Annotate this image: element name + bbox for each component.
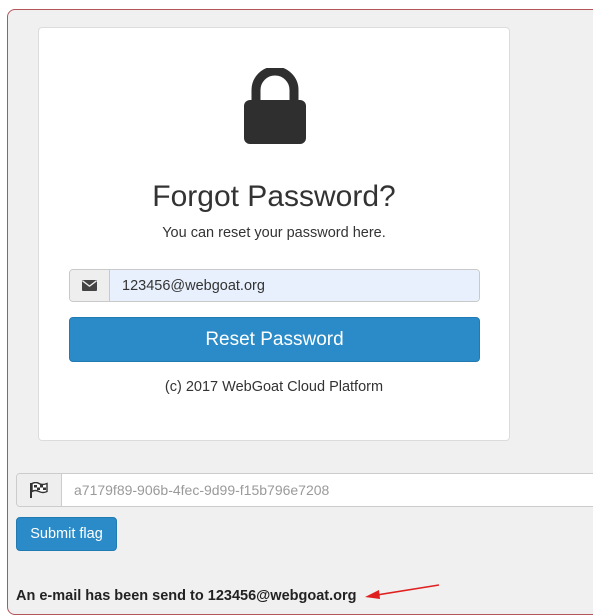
- page-title: Forgot Password?: [152, 180, 396, 213]
- forgot-password-card: Forgot Password? You can reset your pass…: [38, 27, 510, 441]
- page-subtitle: You can reset your password here.: [162, 225, 386, 241]
- flag-input-group: [16, 473, 593, 507]
- assignment-frame: Forgot Password? You can reset your pass…: [7, 9, 593, 615]
- copyright-text: (c) 2017 WebGoat Cloud Platform: [164, 379, 384, 395]
- flag-addon: [17, 474, 62, 506]
- envelope-icon: [82, 280, 97, 291]
- submit-flag-button[interactable]: Submit flag: [16, 517, 117, 551]
- email-field[interactable]: [110, 270, 479, 301]
- email-addon: [70, 270, 110, 301]
- arrow-annotation: [365, 584, 440, 599]
- flag-icon: [30, 482, 48, 498]
- reset-password-button[interactable]: Reset Password: [69, 317, 480, 362]
- flag-input[interactable]: [62, 474, 593, 506]
- result-message: An e-mail has been send to 123456@webgoa…: [16, 588, 357, 604]
- lock-icon: [244, 68, 306, 144]
- email-input-group: [69, 269, 480, 302]
